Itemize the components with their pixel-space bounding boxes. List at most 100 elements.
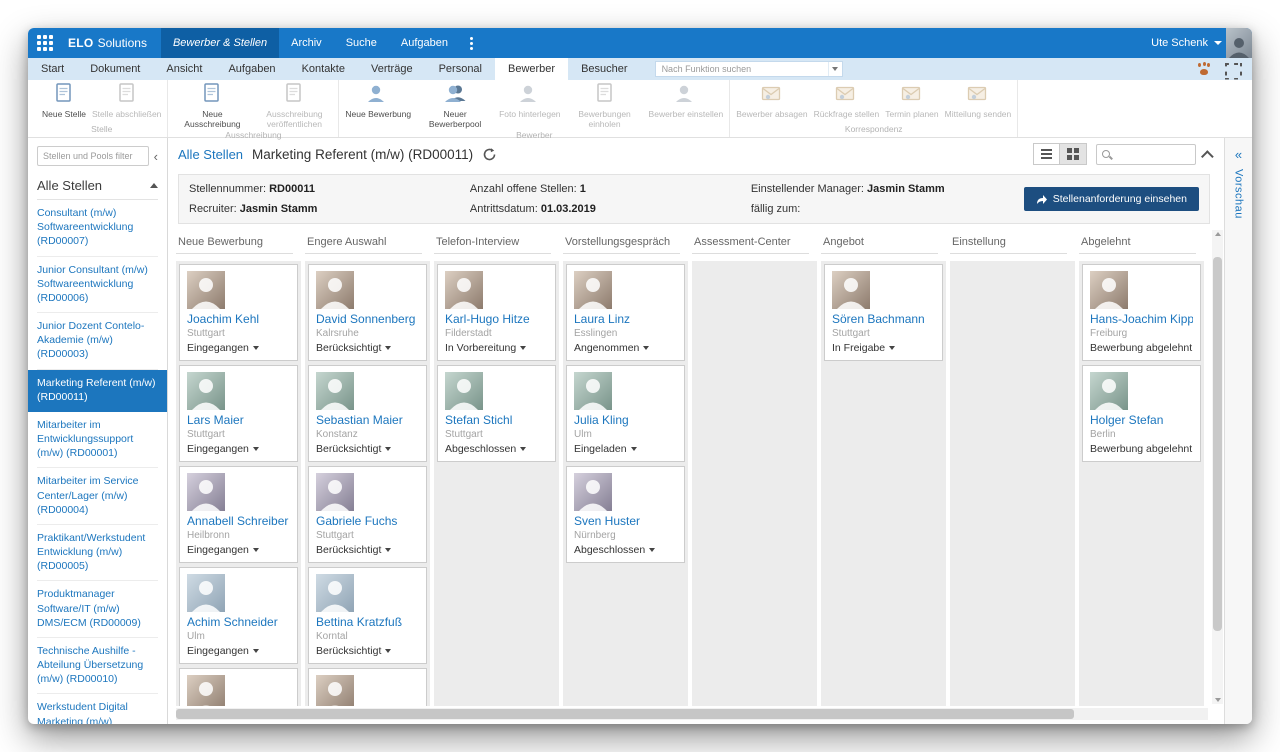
board-search-input[interactable] (1114, 149, 1190, 160)
ribbon-button[interactable]: Neue Stelle (39, 81, 89, 119)
function-search-combobox[interactable]: Nach Funktion suchen (655, 61, 843, 77)
kanban-column-body[interactable]: David Sonnenberg Kalrsruhe Berücksichtig… (305, 261, 430, 706)
fullscreen-icon[interactable] (1225, 63, 1238, 76)
user-menu[interactable]: Ute Schenk (1141, 28, 1226, 58)
candidate-status-dropdown[interactable]: Eingegangen (187, 443, 290, 455)
candidate-name-link[interactable]: Julia Kling (574, 413, 677, 427)
sidebar-item[interactable]: Junior Consultant (m/w) Softwareentwickl… (37, 257, 158, 314)
candidate-status-dropdown[interactable]: Eingegangen (187, 544, 290, 556)
kanban-column-body[interactable] (692, 261, 817, 706)
vertical-scrollbar-thumb[interactable] (1213, 257, 1222, 631)
preview-panel-tab[interactable]: « Vorschau (1224, 138, 1252, 724)
candidate-status-dropdown[interactable]: Eingeladen (574, 443, 677, 455)
grid-view-button[interactable] (1060, 143, 1087, 165)
candidate-name-link[interactable]: Annabell Schreiber (187, 514, 290, 528)
ribbon-tab[interactable]: Bewerber (495, 58, 568, 80)
candidate-status-dropdown[interactable]: Bewerbung abgelehnt (Unt (1090, 342, 1193, 354)
candidate-status-dropdown[interactable]: Bewerbung abgelehnt (Unt (1090, 443, 1193, 455)
candidate-name-link[interactable]: Sven Huster (574, 514, 677, 528)
app-launcher-button[interactable] (28, 28, 62, 58)
candidate-status-dropdown[interactable]: In Freigabe (832, 342, 935, 354)
breadcrumb-all-positions[interactable]: Alle Stellen (178, 147, 243, 162)
candidate-name-link[interactable]: Achim Schneider (187, 615, 290, 629)
candidate-name-link[interactable]: Gabriele Fuchs (316, 514, 419, 528)
candidate-card[interactable]: Karl-Hugo Hitze Filderstadt In Vorbereit… (437, 264, 556, 361)
sidebar-item[interactable]: Mitarbeiter im Service Center/Lager (m/w… (37, 468, 158, 525)
candidate-status-dropdown[interactable]: Eingegangen (187, 342, 290, 354)
candidate-status-dropdown[interactable]: Berücksichtigt (316, 342, 419, 354)
sidebar-filter-input[interactable] (37, 146, 149, 166)
candidate-card[interactable]: Bettina Kratzfuß Korntal Berücksichtigt (308, 567, 427, 664)
ribbon-button[interactable]: Rückfrage stellen (811, 81, 883, 119)
candidate-status-dropdown[interactable]: In Vorbereitung (445, 342, 548, 354)
ribbon-tab[interactable]: Start (28, 58, 77, 80)
sidebar-item[interactable]: Werkstudent Digital Marketing (m/w) (RD0… (37, 694, 158, 724)
top-nav-tab[interactable]: Archiv (279, 28, 334, 58)
candidate-card[interactable]: Achim Schneider Ulm Eingegangen (179, 567, 298, 664)
expand-left-icon[interactable]: « (1235, 148, 1242, 161)
ribbon-button[interactable]: Neuer Bewerberpool (414, 81, 496, 129)
list-view-button[interactable] (1033, 143, 1060, 165)
horizontal-scrollbar[interactable] (176, 708, 1208, 720)
sidebar-item[interactable]: Consultant (m/w) Softwareentwicklung (RD… (37, 200, 158, 257)
ribbon-tab[interactable]: Ansicht (153, 58, 215, 80)
ribbon-tab[interactable]: Kontakte (289, 58, 358, 80)
sidebar-item[interactable]: Junior Dozent Contelo-Akademie (m/w) (RD… (37, 313, 158, 370)
ribbon-button[interactable]: Foto hinterlegen (496, 81, 563, 119)
candidate-card[interactable]: Sven Huster Nürnberg Abgeschlossen (566, 466, 685, 563)
ribbon-button[interactable]: Neue Ausschreibung (171, 81, 253, 129)
candidate-name-link[interactable]: Laura Linz (574, 312, 677, 326)
top-nav-tab[interactable]: Bewerber & Stellen (161, 28, 279, 58)
candidate-name-link[interactable]: Sören Bachmann (832, 312, 935, 326)
ribbon-button[interactable]: Termin planen (882, 81, 941, 119)
candidate-card[interactable]: Annabell Schreiber Heilbronn Eingegangen (179, 466, 298, 563)
candidate-card[interactable]: Stefan Stichl Stuttgart Abgeschlossen (437, 365, 556, 462)
candidate-card[interactable]: Gabriele Fuchs Stuttgart Berücksichtigt (308, 466, 427, 563)
ribbon-button[interactable]: Bewerber einstellen (646, 81, 727, 119)
candidate-name-link[interactable]: Sebastian Maier (316, 413, 419, 427)
candidate-card[interactable]: Laura Linz Esslingen Angenommen (566, 264, 685, 361)
ribbon-tab[interactable]: Aufgaben (215, 58, 288, 80)
scroll-up-icon[interactable] (1215, 232, 1221, 236)
sidebar-collapse-icon[interactable]: ‹ (154, 150, 158, 163)
sidebar-item[interactable]: Marketing Referent (m/w) (RD00011) (28, 370, 167, 412)
avatar[interactable] (1226, 28, 1252, 58)
candidate-name-link[interactable]: Holger Stefan (1090, 413, 1193, 427)
kanban-column-body[interactable]: Sören Bachmann Stuttgart In Freigabe (821, 261, 946, 706)
candidate-card[interactable]: Lars Maier Stuttgart Eingegangen (179, 365, 298, 462)
kanban-column-body[interactable] (950, 261, 1075, 706)
kanban-column-body[interactable]: Joachim Kehl Stuttgart Eingegangen (176, 261, 301, 706)
ribbon-button[interactable]: Stelle abschließen (89, 81, 164, 119)
ribbon-tab[interactable]: Besucher (568, 58, 640, 80)
ribbon-button[interactable]: Bewerber absagen (733, 81, 810, 119)
candidate-card[interactable]: Florian Henneberg Stuttgart (308, 668, 427, 706)
ribbon-button[interactable]: Neue Bewerbung (342, 81, 414, 119)
view-requisition-button[interactable]: Stellenanforderung einsehen (1024, 187, 1199, 211)
sidebar-item[interactable]: Technische Aushilfe - Abteilung Übersetz… (37, 638, 158, 695)
refresh-icon[interactable] (482, 147, 497, 162)
candidate-name-link[interactable]: Hans-Joachim Kipp (1090, 312, 1193, 326)
top-nav-tab[interactable]: Suche (334, 28, 389, 58)
candidate-status-dropdown[interactable]: Eingegangen (187, 645, 290, 657)
candidate-name-link[interactable]: Bettina Kratzfuß (316, 615, 419, 629)
candidate-name-link[interactable]: David Sonnenberg (316, 312, 419, 326)
candidate-name-link[interactable]: Lars Maier (187, 413, 290, 427)
scroll-down-icon[interactable] (1215, 698, 1221, 702)
chevron-down-icon[interactable] (828, 62, 842, 76)
ribbon-button[interactable]: Ausschreibung veröffentlichen (253, 81, 335, 129)
collapse-panel-icon[interactable] (1201, 150, 1214, 163)
more-menu-button[interactable] (460, 28, 483, 58)
candidate-status-dropdown[interactable]: Berücksichtigt (316, 544, 419, 556)
candidate-name-link[interactable]: Joachim Kehl (187, 312, 290, 326)
kanban-column-body[interactable]: Karl-Hugo Hitze Filderstadt In Vorbereit… (434, 261, 559, 706)
candidate-card[interactable]: Julia Kling Ulm Eingeladen (566, 365, 685, 462)
candidate-card[interactable]: Lena Schmidt Stuttgart (179, 668, 298, 706)
paw-assistant-icon[interactable] (1197, 62, 1211, 76)
vertical-scrollbar[interactable] (1212, 230, 1223, 704)
candidate-status-dropdown[interactable]: Berücksichtigt (316, 443, 419, 455)
ribbon-button[interactable]: Mitteilung senden (942, 81, 1015, 119)
sidebar-item[interactable]: Praktikant/Werkstudent Entwicklung (m/w)… (37, 525, 158, 582)
candidate-card[interactable]: Sören Bachmann Stuttgart In Freigabe (824, 264, 943, 361)
ribbon-tab[interactable]: Verträge (358, 58, 426, 80)
candidate-name-link[interactable]: Karl-Hugo Hitze (445, 312, 548, 326)
